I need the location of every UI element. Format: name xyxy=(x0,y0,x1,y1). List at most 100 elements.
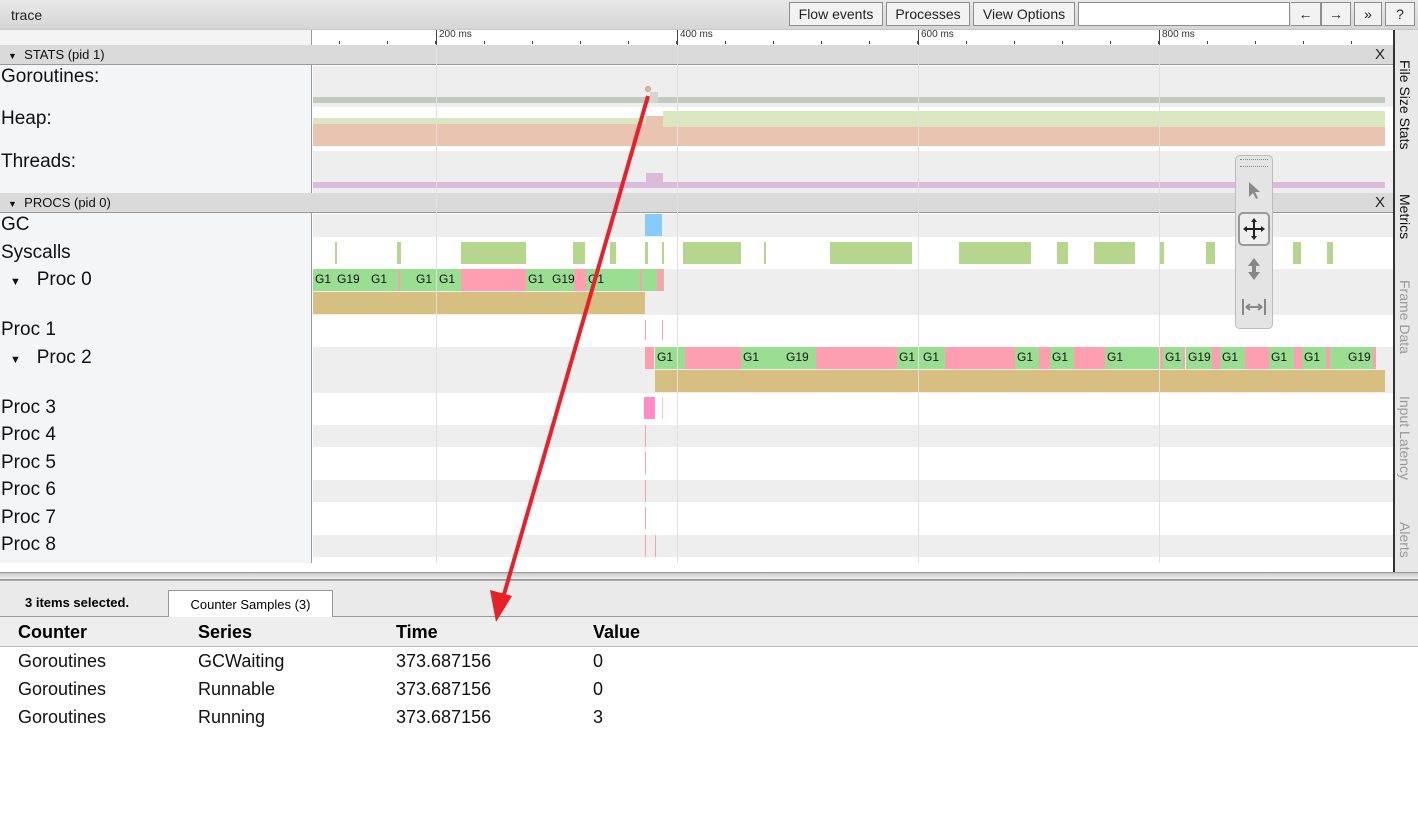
proc-8-track[interactable] xyxy=(313,535,1393,557)
goroutine-slice[interactable]: G1 xyxy=(1220,347,1245,369)
syscall-slice[interactable] xyxy=(645,242,648,264)
proc-0-stack-slice[interactable] xyxy=(313,292,645,314)
runnable-slice[interactable] xyxy=(645,347,654,369)
goroutine-slice[interactable] xyxy=(1129,347,1143,369)
runnable-slice[interactable] xyxy=(1245,347,1269,369)
close-stats-button[interactable]: X xyxy=(1375,46,1385,63)
proc-0-track[interactable]: G1 G19 G1 G1 G1 G1 G19 G1 xyxy=(313,269,1393,315)
procs-process-header[interactable]: ▼ PROCS (pid 0) X xyxy=(0,193,1393,213)
expand-triangle-icon[interactable]: ▼ xyxy=(10,354,21,366)
tab-counter-samples[interactable]: Counter Samples (3) xyxy=(168,590,333,618)
goroutine-slice[interactable]: G19 xyxy=(784,347,816,369)
syscall-slice[interactable] xyxy=(1293,242,1301,264)
goroutine-slice[interactable]: G1 xyxy=(414,269,437,291)
syscall-slice[interactable] xyxy=(1327,242,1333,264)
column-header-series[interactable]: Series xyxy=(198,622,252,643)
syscall-slice[interactable] xyxy=(1094,242,1135,264)
goroutines-counter-track[interactable] xyxy=(313,66,1393,107)
runnable-slice[interactable] xyxy=(945,347,1015,369)
runnable-slice[interactable] xyxy=(1183,347,1185,369)
zoom-tool-icon[interactable] xyxy=(1238,252,1270,286)
goroutine-slice[interactable] xyxy=(767,347,784,369)
runnable-slice[interactable] xyxy=(1294,347,1302,369)
tab-input-latency[interactable]: Input Latency xyxy=(1397,396,1413,480)
help-button[interactable]: ? xyxy=(1385,2,1415,26)
runnable-slice[interactable] xyxy=(574,269,586,291)
goroutine-slice[interactable]: G19 xyxy=(335,269,369,291)
gc-track[interactable] xyxy=(313,214,1393,237)
view-options-button[interactable]: View Options xyxy=(973,2,1075,26)
goroutine-slice[interactable]: G1 xyxy=(655,347,685,369)
proc-3-track[interactable] xyxy=(313,393,1393,425)
goroutine-slice[interactable]: G1 xyxy=(526,269,550,291)
panel-splitter[interactable] xyxy=(0,572,1418,580)
goroutine-slice[interactable] xyxy=(400,269,414,291)
goroutine-slice[interactable]: G19 xyxy=(550,269,574,291)
syscall-slice[interactable] xyxy=(764,242,766,264)
tab-metrics[interactable]: Metrics xyxy=(1397,194,1413,239)
timeline-view[interactable]: ▼ STATS (pid 1) X Goroutines: Heap: Thre… xyxy=(0,45,1393,563)
syscall-slice[interactable] xyxy=(610,242,616,264)
syscall-slice[interactable] xyxy=(1206,242,1215,264)
prev-match-button[interactable]: ← xyxy=(1291,2,1321,26)
syscall-slice[interactable] xyxy=(461,242,526,264)
syscall-slice[interactable] xyxy=(683,242,741,264)
flow-events-button[interactable]: Flow events xyxy=(789,2,883,26)
proc-2-track[interactable]: G1 G1 G19 G1 G1 G1 G1 G1 G1 G19 G1 G1 G1 G19 xyxy=(313,347,1393,393)
goroutine-slice[interactable] xyxy=(606,269,640,291)
next-match-button[interactable]: → xyxy=(1321,2,1351,26)
proc-1-track[interactable] xyxy=(313,315,1393,347)
column-header-counter[interactable]: Counter xyxy=(18,622,87,643)
processes-button[interactable]: Processes xyxy=(886,2,970,26)
tab-file-size-stats[interactable]: File Size Stats xyxy=(1397,60,1413,149)
syscall-slice[interactable] xyxy=(1057,242,1068,264)
goroutine-slice[interactable]: G1 xyxy=(1050,347,1074,369)
goroutine-slice[interactable]: G1 xyxy=(369,269,398,291)
gc-slice[interactable] xyxy=(645,214,662,236)
threads-counter-track[interactable] xyxy=(313,151,1393,193)
stats-process-header[interactable]: ▼ STATS (pid 1) X xyxy=(0,45,1393,65)
goroutine-slice[interactable] xyxy=(1330,347,1346,369)
runnable-slice[interactable] xyxy=(461,269,526,291)
goroutine-slice[interactable]: G1 xyxy=(741,347,767,369)
goroutine-slice[interactable]: G1 xyxy=(313,269,335,291)
mouse-mode-selector[interactable] xyxy=(1235,155,1273,329)
runnable-slice[interactable] xyxy=(816,347,897,369)
syscall-slice[interactable] xyxy=(1160,242,1164,264)
select-tool-icon[interactable] xyxy=(1238,173,1270,207)
runnable-slice[interactable] xyxy=(657,269,663,291)
runnable-slice[interactable] xyxy=(1039,347,1050,369)
goroutine-slice[interactable] xyxy=(1143,347,1158,369)
proc-2-stack-slice[interactable] xyxy=(655,370,1385,392)
pan-tool-icon[interactable] xyxy=(1238,212,1270,246)
syscall-slice[interactable] xyxy=(959,242,1031,264)
proc-5-track[interactable] xyxy=(313,447,1393,480)
goroutine-slice[interactable]: G1 xyxy=(437,269,461,291)
column-header-value[interactable]: Value xyxy=(593,622,640,643)
tab-frame-data[interactable]: Frame Data xyxy=(1397,280,1413,354)
proc-7-track[interactable] xyxy=(313,502,1393,535)
goroutine-slice[interactable]: G19 xyxy=(1186,347,1212,369)
search-input[interactable] xyxy=(1078,2,1290,26)
goroutine-slice[interactable]: G1 xyxy=(1163,347,1183,369)
runnable-slice[interactable] xyxy=(1212,347,1220,369)
time-ruler[interactable]: 200 ms 400 ms 600 ms 800 ms xyxy=(0,29,1393,45)
drag-handle-icon[interactable] xyxy=(1240,159,1268,167)
collapse-triangle-icon[interactable]: ▼ xyxy=(8,199,17,209)
runnable-slice[interactable] xyxy=(1074,347,1105,369)
syscall-slice[interactable] xyxy=(397,242,401,264)
timing-tool-icon[interactable] xyxy=(1238,290,1270,324)
expand-sidepanel-button[interactable]: » xyxy=(1354,2,1382,26)
proc-6-track[interactable] xyxy=(313,480,1393,502)
syscall-slice[interactable] xyxy=(662,242,664,264)
heap-counter-track[interactable] xyxy=(313,107,1393,148)
goroutine-slice[interactable]: G1 xyxy=(1269,347,1294,369)
syscall-slice[interactable] xyxy=(573,242,585,264)
close-procs-button[interactable]: X xyxy=(1375,194,1385,211)
goroutine-slice[interactable]: G1 xyxy=(1015,347,1039,369)
expand-triangle-icon[interactable]: ▼ xyxy=(10,276,21,288)
column-header-time[interactable]: Time xyxy=(396,622,438,643)
tab-alerts[interactable]: Alerts xyxy=(1397,522,1413,558)
goroutine-slice[interactable]: G1 xyxy=(921,347,945,369)
runnable-slice[interactable] xyxy=(1373,347,1376,369)
